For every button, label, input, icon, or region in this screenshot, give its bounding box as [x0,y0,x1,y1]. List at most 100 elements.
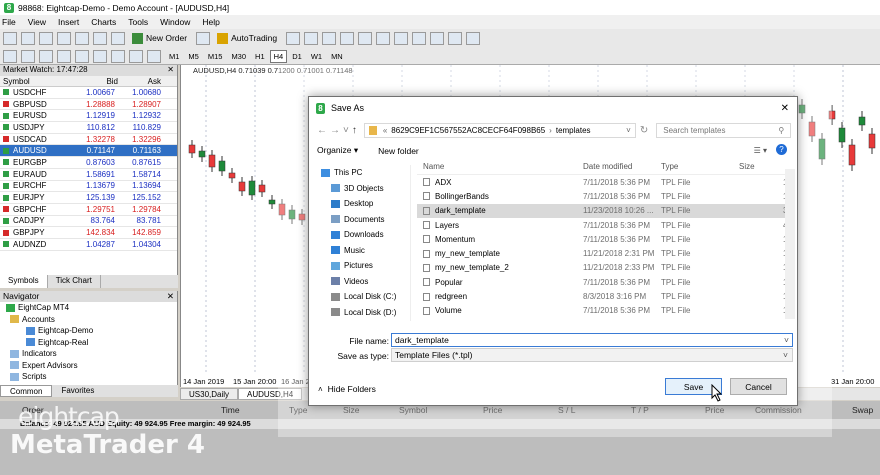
col-type[interactable]: Type [661,162,739,171]
close-icon[interactable]: ✕ [167,291,174,302]
search-input[interactable]: Search templates ⚲ [656,122,792,138]
col-ask[interactable]: Ask [118,77,164,86]
timeframe-m1[interactable]: M1 [165,50,183,63]
tree-item-pictures[interactable]: Pictures [317,258,410,274]
text-icon[interactable] [129,49,143,63]
tree-item-videos[interactable]: Videos [317,274,410,290]
cursor-icon[interactable] [3,49,17,63]
market-watch-row[interactable]: EURJPY 125.139 125.152 [0,192,177,204]
vline-icon[interactable] [39,49,53,63]
market-watch-row[interactable]: GBPCHF 1.29751 1.29784 [0,204,177,216]
view-options-icon[interactable]: ☰ ▾ [754,146,767,155]
timeframe-h4[interactable]: H4 [269,49,288,63]
bar-chart-icon[interactable] [286,31,301,45]
zoom-in-icon[interactable] [340,31,355,45]
col-symbol[interactable]: Symbol [399,405,427,415]
new-order-button[interactable]: New Order [129,31,190,45]
menu-window[interactable]: Window [160,17,190,27]
tester-icon[interactable] [111,31,125,45]
nav-scripts[interactable]: Scripts [0,371,177,383]
timeframe-m5[interactable]: M5 [184,50,202,63]
tab-symbols[interactable]: Symbols [0,275,48,288]
col-commission[interactable]: Commission [755,405,802,415]
col-bid[interactable]: Bid [82,77,118,86]
tile-icon[interactable] [376,31,391,45]
market-watch-row[interactable]: GBPJPY 142.834 142.859 [0,227,177,239]
market-watch-row[interactable]: EURGBP 0.87603 0.87615 [0,157,177,169]
trendline-icon[interactable] [75,49,89,63]
breadcrumb-templates[interactable]: templates [556,126,591,135]
chevron-down-icon[interactable]: ˅ [784,335,792,345]
col-type[interactable]: Type [289,405,307,415]
nav-experts[interactable]: Expert Advisors [0,360,177,372]
tree-item-music[interactable]: Music [317,243,410,259]
tab-us30-daily[interactable]: US30,Daily [180,388,239,400]
organize-button[interactable]: Organize ▾ [317,145,358,156]
line-chart-icon[interactable] [322,31,337,45]
col-name[interactable]: Name [423,162,583,171]
col-date-modified[interactable]: Date modified [583,162,661,171]
file-row[interactable]: my_new_template_2 11/21/2018 2:33 PM TPL F… [417,261,795,275]
arrows-icon[interactable] [147,49,161,63]
forward-arrow-icon[interactable]: → [330,125,340,136]
file-row[interactable]: Popular7/11/2018 5:36 PMTPL File1 K [417,275,795,289]
indicators-icon[interactable] [430,31,445,45]
market-watch-row[interactable]: USDJPY 110.812 110.829 [0,122,177,134]
file-row[interactable]: redgreen8/3/2018 3:16 PMTPL File1 K [417,289,795,303]
chevron-down-icon[interactable]: ˅ [626,126,635,135]
tree-item-documents[interactable]: Documents [317,212,410,228]
col-sl[interactable]: S / L [558,405,575,415]
nav-account-demo[interactable]: Eightcap-Demo [0,325,177,337]
data-window-icon[interactable] [57,31,71,45]
file-list-scrollbar[interactable] [785,169,795,319]
col-price[interactable]: Price [483,405,502,415]
file-row[interactable]: Momentum7/11/2018 5:36 PMTPL File1 K [417,232,795,246]
file-row[interactable]: Volume7/11/2018 5:36 PMTPL File1 K [417,304,795,318]
timeframe-mn[interactable]: MN [327,50,347,63]
market-watch-row[interactable]: AUDNZD 1.04287 1.04304 [0,239,177,251]
cancel-button[interactable]: Cancel [730,378,787,395]
nav-indicators[interactable]: Indicators [0,348,177,360]
col-size[interactable]: Size [343,405,360,415]
nav-root[interactable]: EightCap MT4 [0,302,177,314]
timeframe-m15[interactable]: M15 [204,50,227,63]
up-arrow-icon[interactable]: ↑ [352,125,357,136]
filetype-select[interactable]: Template Files (*.tpl) ˅ [391,348,793,362]
file-row[interactable]: BollingerBands7/11/2018 5:36 PMTPL File1… [417,189,795,203]
menu-charts[interactable]: Charts [91,17,116,27]
refresh-icon[interactable]: ↻ [640,125,648,136]
menu-insert[interactable]: Insert [58,17,79,27]
tree-item-disk-c[interactable]: Local Disk (C:) [317,289,410,305]
market-watch-row[interactable]: EURAUD 1.58691 1.58714 [0,169,177,181]
path-bar[interactable]: « 8629C9EF1C567552AC8CECF64F098B65 › tem… [363,122,636,138]
col-tp[interactable]: T / P [631,405,649,415]
crosshair-icon[interactable] [21,49,35,63]
autoscroll-icon[interactable] [394,31,409,45]
back-arrow-icon[interactable]: ← [317,125,327,136]
timeframe-d1[interactable]: D1 [288,50,306,63]
col-price2[interactable]: Price [705,405,724,415]
tab-tick-chart[interactable]: Tick Chart [48,275,101,288]
help-icon[interactable]: ? [776,144,787,155]
nav-accounts[interactable]: Accounts [0,314,177,326]
tab-common[interactable]: Common [0,385,53,397]
channel-icon[interactable] [93,49,107,63]
tree-item-disk-d[interactable]: Local Disk (D:) [317,305,410,321]
col-symbol[interactable]: Symbol [0,77,82,86]
market-watch-row[interactable]: AUDUSD 0.71147 0.71163 [0,145,177,158]
file-row[interactable]: dark_template 11/23/2018 10:26 ... TPL Fil… [417,203,795,218]
templates-icon[interactable] [466,31,481,45]
close-icon[interactable]: ✕ [167,65,174,76]
menu-help[interactable]: Help [202,17,219,27]
profiles-icon[interactable] [21,31,35,45]
hide-folders-toggle[interactable]: ˄ Hide Folders [318,384,376,394]
timeframe-h1[interactable]: H1 [251,50,269,63]
market-watch-row[interactable]: CADJPY 83.764 83.781 [0,216,177,228]
metaeditor-icon[interactable] [196,31,211,45]
chart-shift-icon[interactable] [412,31,427,45]
new-folder-button[interactable]: New folder [378,146,419,156]
new-chart-icon[interactable] [3,31,17,45]
tree-item-desktop[interactable]: Desktop [317,196,410,212]
nav-account-real[interactable]: Eightcap-Real [0,337,177,349]
close-icon[interactable]: ✕ [781,103,789,114]
